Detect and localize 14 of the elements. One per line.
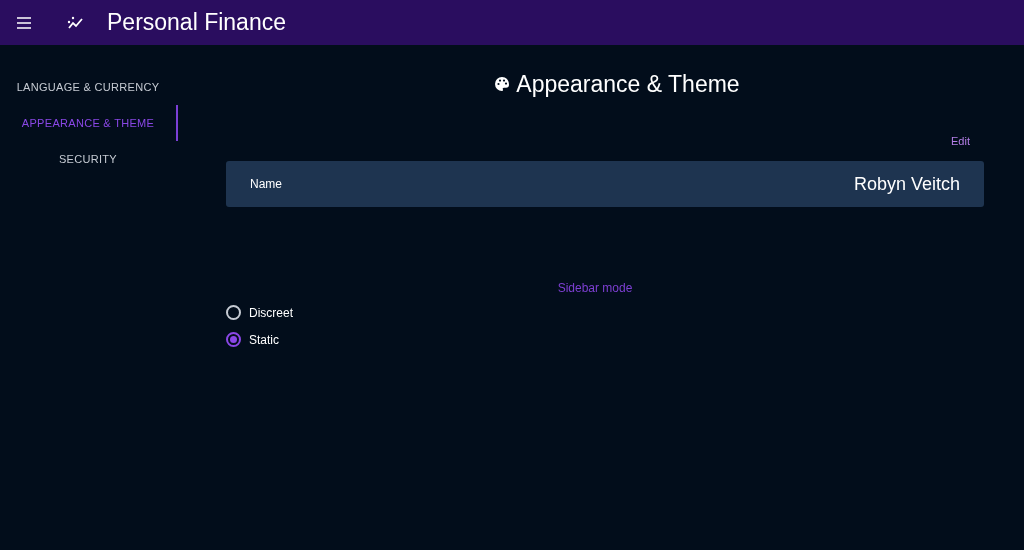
radio-button[interactable]: [226, 332, 241, 347]
name-label: Name: [250, 177, 282, 191]
name-value: Robyn Veitch: [853, 173, 960, 195]
palette-icon: [494, 76, 511, 92]
edit-link[interactable]: Edit: [951, 135, 970, 147]
option-label: Static: [249, 332, 279, 347]
option-label: Discreet: [249, 305, 293, 320]
radio-button[interactable]: [226, 305, 241, 320]
sidebar-tab[interactable]: SECURITY: [0, 141, 178, 177]
sidebar-tab[interactable]: APPEARANCE & THEME: [0, 105, 178, 141]
app-title: Personal Finance: [107, 9, 286, 36]
page-title: Appearance & Theme: [516, 70, 740, 98]
section-label: Sidebar mode: [556, 281, 634, 295]
sidebar-tab[interactable]: LANGUAGE & CURRENCY: [0, 69, 178, 105]
